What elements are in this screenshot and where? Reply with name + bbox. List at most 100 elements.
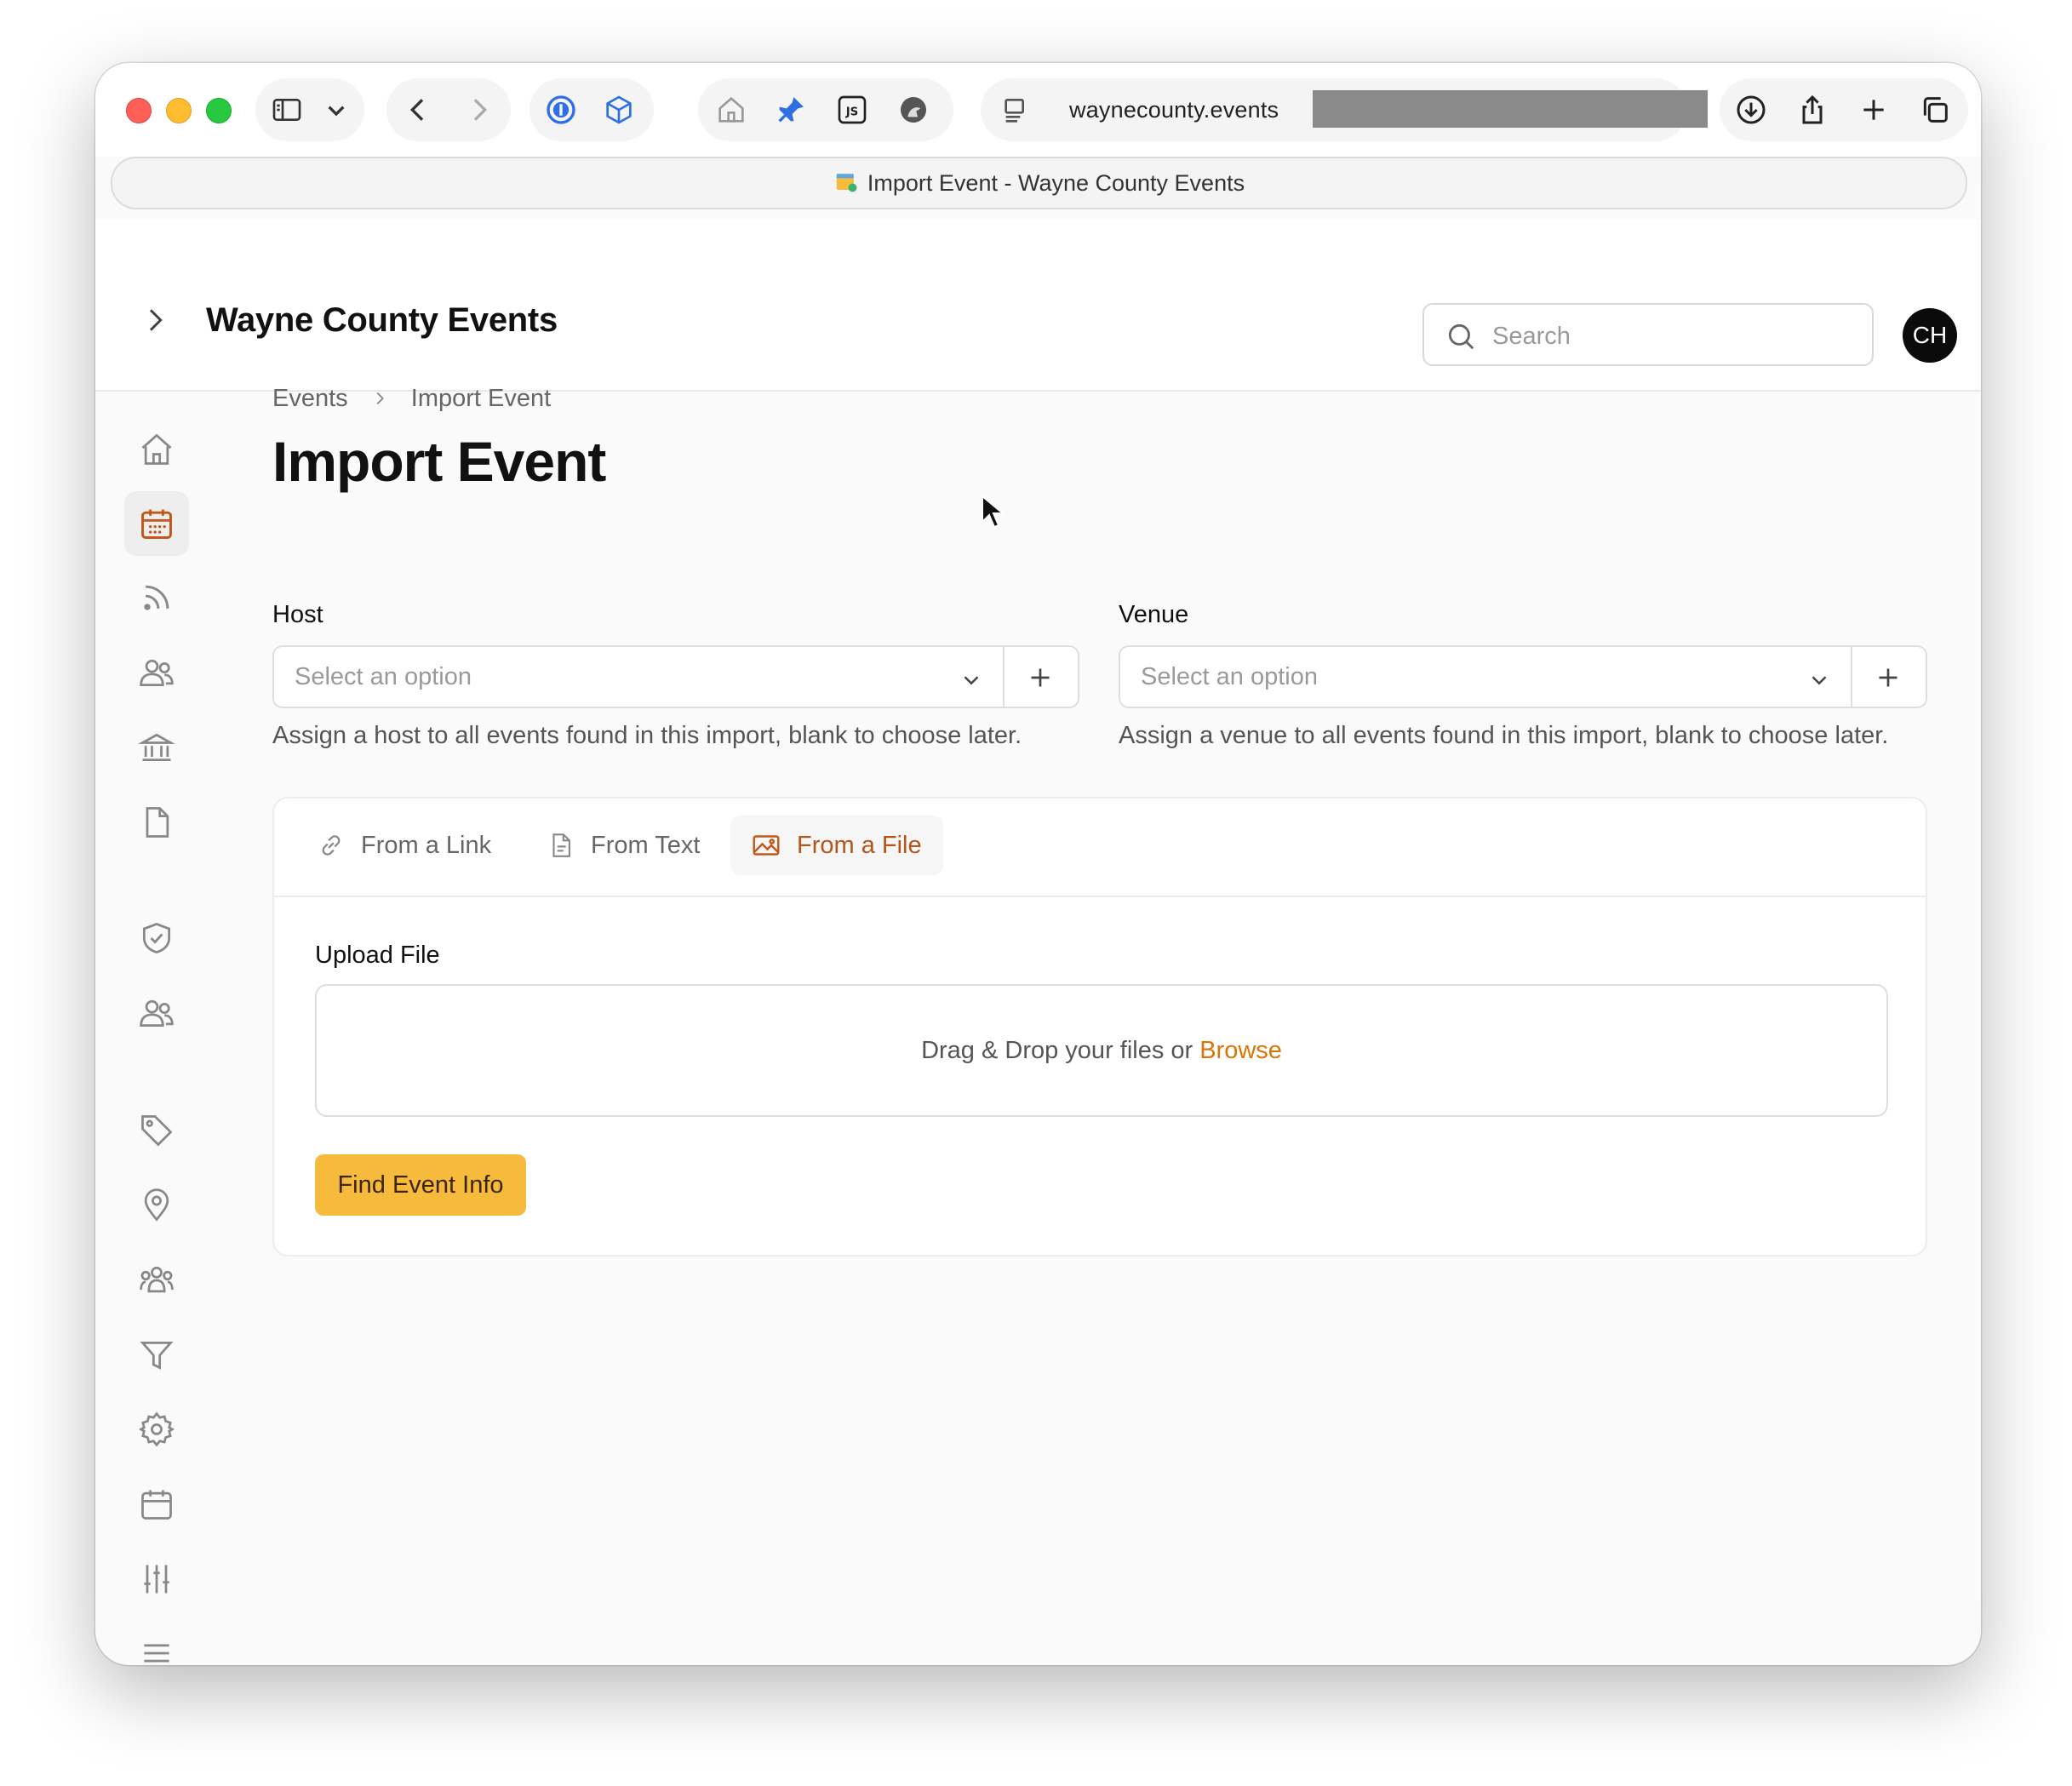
import-tabs: From a Link From Text From a File — [274, 799, 1926, 897]
browser-window: JS waynecounty.events Import Event - Way… — [95, 63, 1981, 1665]
upload-file-label: Upload File — [315, 942, 440, 969]
gear-icon — [138, 1411, 175, 1447]
sidebar-item-feeds[interactable] — [124, 565, 189, 630]
sidebar-item-events[interactable] — [124, 491, 189, 556]
tab-from-link[interactable]: From a Link — [296, 816, 512, 875]
select-divider — [1003, 647, 1005, 707]
search-box[interactable] — [1422, 303, 1874, 366]
sidebar-item-calendar[interactable] — [124, 1472, 189, 1537]
select-divider — [1851, 647, 1852, 707]
download-icon[interactable] — [1731, 90, 1771, 129]
new-tab-icon[interactable] — [1854, 90, 1893, 129]
venue-select-placeholder: Select an option — [1141, 663, 1318, 690]
url-redacted-region — [1313, 90, 1708, 128]
users-icon — [140, 659, 174, 687]
page-title: Import Event — [272, 430, 606, 493]
document-text-icon — [552, 833, 570, 857]
forward-arrow-icon[interactable] — [460, 90, 499, 129]
svg-text:JS: JS — [845, 106, 859, 119]
host-select-placeholder: Select an option — [295, 663, 472, 690]
sidebar-item-settings[interactable] — [124, 1397, 189, 1462]
host-select[interactable]: Select an option — [272, 645, 1079, 708]
tab-overview-icon[interactable] — [1915, 90, 1955, 129]
add-venue-plus-icon[interactable] — [1873, 662, 1903, 697]
tab-label: From a Link — [361, 831, 492, 859]
browser-tab[interactable]: Import Event - Wayne County Events — [111, 157, 1967, 209]
tab-title: Import Event - Wayne County Events — [112, 169, 1966, 200]
calendar-blank-icon — [141, 1490, 172, 1520]
sidebar-item-users[interactable] — [124, 640, 189, 705]
calendar-icon — [141, 509, 172, 539]
chevron-down-icon — [1806, 667, 1832, 697]
password-manager-icon[interactable] — [541, 90, 581, 129]
sidebar-item-adjustments[interactable] — [124, 1547, 189, 1611]
cube-extension-icon[interactable] — [599, 90, 638, 129]
home-extension-icon[interactable] — [712, 90, 751, 129]
minimize-window-button[interactable] — [166, 98, 192, 123]
search-icon — [1445, 320, 1477, 357]
app-title[interactable]: Wayne County Events — [206, 301, 558, 340]
sidebar-item-tags[interactable] — [124, 1098, 189, 1163]
chevron-down-icon — [959, 667, 984, 697]
sidebar-toggle-icon[interactable] — [267, 90, 306, 129]
browse-link[interactable]: Browse — [1199, 1037, 1282, 1065]
add-host-plus-icon[interactable] — [1025, 662, 1056, 697]
document-icon — [146, 807, 169, 838]
group-icon — [140, 1266, 174, 1293]
sidebar-item-filters[interactable] — [124, 1323, 189, 1388]
import-card: From a Link From Text From a File Upload… — [272, 797, 1927, 1256]
image-icon — [753, 835, 780, 856]
address-bar[interactable]: waynecounty.events — [981, 78, 1708, 141]
sidebar-item-team[interactable] — [124, 981, 189, 1045]
host-hint: Assign a host to all events found in thi… — [272, 722, 1022, 749]
find-event-info-button[interactable]: Find Event Info — [315, 1154, 526, 1216]
tab-from-file[interactable]: From a File — [730, 816, 943, 875]
venue-building-icon — [138, 733, 175, 762]
expand-sidebar-chevron-icon[interactable] — [138, 303, 172, 341]
tab-from-text[interactable]: From Text — [526, 816, 720, 875]
link-icon — [322, 835, 341, 856]
user-avatar[interactable]: CH — [1903, 308, 1957, 363]
tab-label: From a File — [797, 831, 922, 859]
breadcrumb-item-current: Import Event — [410, 385, 552, 412]
reader-mode-icon[interactable] — [998, 90, 1037, 129]
profile-extension-icon[interactable] — [894, 90, 933, 129]
file-dropzone[interactable]: Drag & Drop your files or Browse — [315, 984, 1888, 1117]
sidebar-item-documents[interactable] — [124, 790, 189, 855]
url-text: waynecounty.events — [1069, 97, 1279, 123]
mouse-cursor-icon — [981, 494, 1005, 533]
sliders-icon — [144, 1565, 169, 1594]
venue-label: Venue — [1119, 601, 1189, 628]
rss-feed-icon — [144, 585, 169, 610]
zoom-window-button[interactable] — [206, 98, 232, 123]
sidebar-item-locations[interactable] — [124, 1173, 189, 1238]
sidebar-toggle-group — [255, 78, 364, 141]
map-pin-icon — [144, 1188, 169, 1222]
navigation-group — [386, 78, 511, 141]
team-users-icon — [140, 999, 174, 1028]
back-arrow-icon[interactable] — [398, 90, 438, 129]
search-input[interactable] — [1491, 317, 1852, 356]
extensions-group-2: JS — [698, 78, 953, 141]
share-icon[interactable] — [1793, 90, 1832, 129]
close-window-button[interactable] — [126, 98, 152, 123]
browser-toolbar: JS waynecounty.events — [95, 63, 1981, 157]
tab-label: From Text — [591, 831, 701, 859]
sidebar-item-groups[interactable] — [124, 1248, 189, 1313]
dropzone-text: Drag & Drop your files or — [921, 1036, 1193, 1064]
sidebar-item-home[interactable] — [124, 417, 189, 482]
pin-extension-icon[interactable] — [771, 90, 810, 129]
calendar-favicon-icon — [833, 169, 859, 200]
app-header-bar: Wayne County Events CH — [95, 220, 1981, 392]
browser-actions-group — [1720, 78, 1968, 141]
javascript-extension-icon[interactable]: JS — [833, 90, 872, 129]
chevron-down-icon[interactable] — [317, 90, 356, 129]
shield-check-icon — [142, 923, 171, 953]
filter-icon — [140, 1341, 174, 1370]
menu-icon — [144, 1644, 169, 1663]
breadcrumb-item-events[interactable]: Events — [272, 385, 348, 412]
sidebar-item-menu[interactable] — [124, 1621, 189, 1665]
sidebar-item-security[interactable] — [124, 906, 189, 970]
venue-select[interactable]: Select an option — [1119, 645, 1927, 708]
sidebar-item-venues[interactable] — [124, 715, 189, 780]
